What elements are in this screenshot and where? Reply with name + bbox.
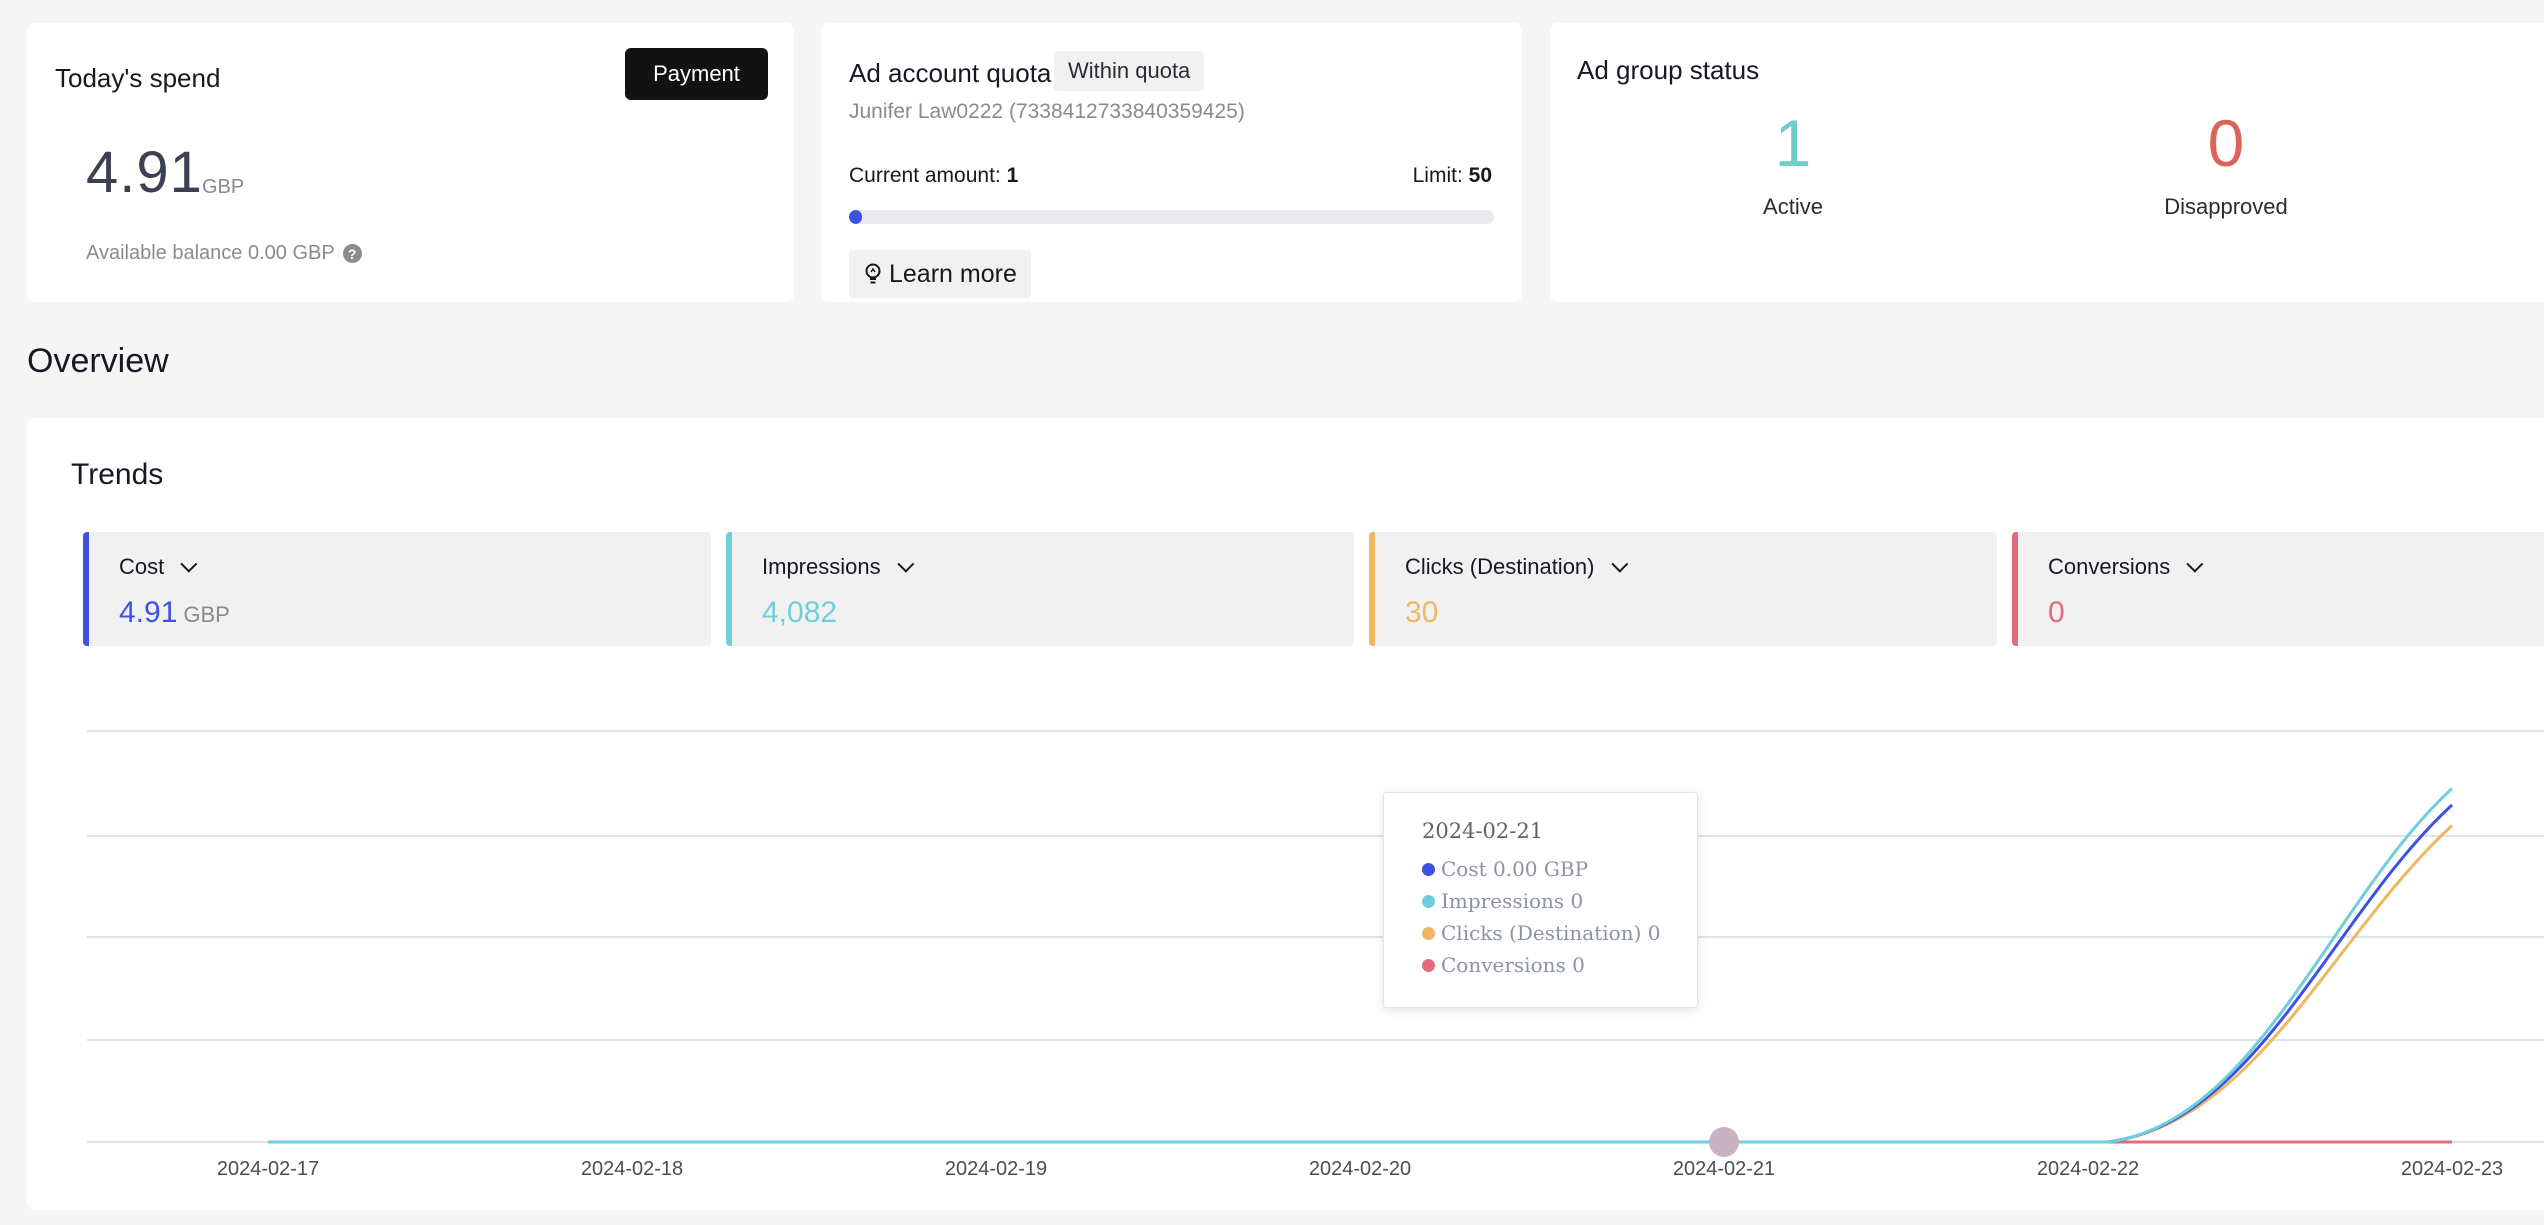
legend-dot-icon <box>1422 926 1435 940</box>
x-tick-label: 2024-02-20 <box>1309 1158 1411 1180</box>
tooltip-row-cost: Cost 0.00 GBP <box>1422 857 1588 881</box>
x-tick-label: 2024-02-19 <box>945 1158 1047 1180</box>
x-tick-label: 2024-02-21 <box>1673 1158 1775 1180</box>
x-tick-label: 2024-02-17 <box>217 1158 319 1180</box>
legend-dot-icon <box>1422 958 1435 972</box>
hover-point[interactable] <box>1709 1127 1739 1157</box>
x-tick-label: 2024-02-22 <box>2037 1158 2139 1180</box>
chart-tooltip: 2024-02-21 Cost 0.00 GBP Impressions 0 C… <box>1383 792 1698 1008</box>
tooltip-text: Conversions 0 <box>1441 953 1585 977</box>
x-tick-label: 2024-02-18 <box>581 1158 683 1180</box>
trends-line-chart: 2024-02-17 2024-02-18 2024-02-19 2024-02-20… <box>87 730 2544 1180</box>
tooltip-text: Impressions 0 <box>1441 889 1584 913</box>
series-line-impressions <box>268 787 2454 1144</box>
legend-dot-icon <box>1422 862 1435 876</box>
tooltip-text: Clicks (Destination) 0 <box>1441 921 1661 945</box>
tooltip-text: Cost 0.00 GBP <box>1441 857 1589 881</box>
x-tick-label: 2024-02-23 <box>2401 1158 2503 1180</box>
series-line-cost <box>268 803 2454 1144</box>
tooltip-row-impressions: Impressions 0 <box>1422 889 1583 913</box>
tooltip-date: 2024-02-21 <box>1422 819 1544 843</box>
tooltip-row-clicks: Clicks (Destination) 0 <box>1422 921 1660 945</box>
legend-dot-icon <box>1422 894 1435 908</box>
series-line-clicks-destination- <box>268 824 2454 1144</box>
tooltip-row-conversions: Conversions 0 <box>1422 953 1585 977</box>
